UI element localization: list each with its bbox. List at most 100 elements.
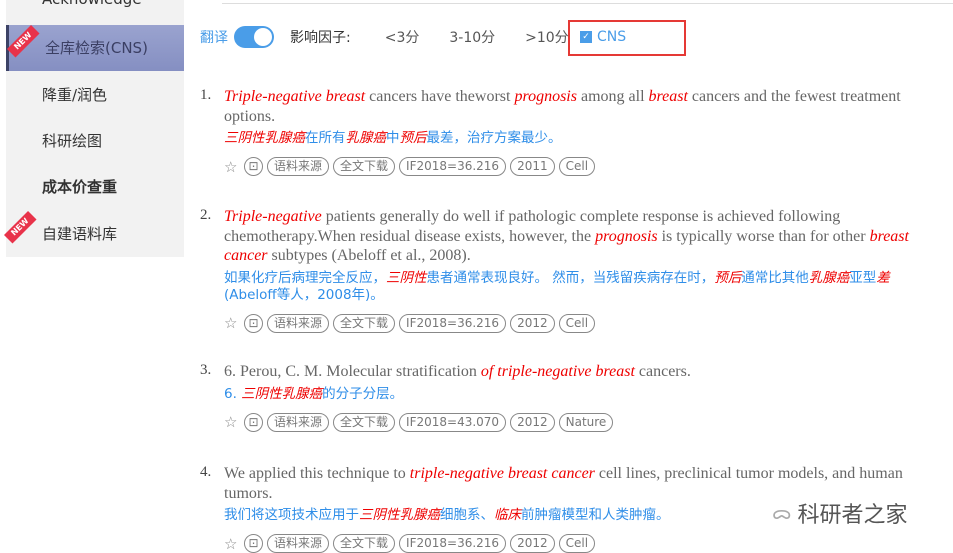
text-segment: 通常比其他 [741, 269, 809, 286]
result-actions: ☆ ⊡ 语料来源 全文下载 IF2018=43.070 2012 Nature [224, 412, 953, 432]
tag-button[interactable]: 全文下载 [333, 157, 396, 176]
text-segment: 细胞系、 [440, 507, 494, 523]
tag-badge: Cell [558, 313, 596, 333]
sidebar-item[interactable]: 自建语料库 NEW [4, 210, 184, 257]
text-segment: 亚型 [849, 269, 877, 286]
text-segment: 的分子分层。 [322, 385, 404, 402]
tag-badge: 2012 [510, 412, 555, 432]
text-segment: 6. Perou, C. M. Molecular stratification [224, 363, 481, 380]
result-actions: ☆ ⊡ 语料来源 全文下载 IF2018=36.216 2011 Cell [224, 157, 953, 176]
star-icon[interactable]: ☆ [224, 413, 240, 431]
watermark: ᯅ 科研者之家 [772, 503, 908, 528]
tag-button[interactable]: 全文下载 [333, 313, 396, 333]
tag-badge: 2012 [510, 313, 555, 333]
tag-badge: IF2018=36.216 [399, 157, 507, 176]
copy-icon[interactable]: ⊡ [244, 534, 263, 553]
tag-badge: IF2018=36.216 [399, 313, 507, 333]
new-badge: NEW [7, 24, 40, 58]
text-segment: 中 [386, 130, 400, 146]
star-icon[interactable]: ☆ [224, 314, 240, 332]
filter-bar: 翻译 影响因子: <3分 3-10分 >10分 [200, 26, 599, 48]
keyword-highlight: 预后 [714, 269, 742, 286]
sidebar-item-label: 科研绘图 [42, 132, 103, 150]
result-english: Triple-negative breast cancers have thew… [224, 87, 942, 126]
text-segment: is typically worse than for other [657, 227, 870, 245]
sidebar-item[interactable]: 降重/润色 [6, 72, 184, 118]
result-number: 1. [200, 87, 212, 103]
divider [222, 0, 953, 4]
text-segment: 患者通常表现良好。 然而，当残留疾病存在时， [426, 269, 715, 286]
text-segment: cancers. [634, 363, 691, 380]
text-segment: 6. [224, 385, 242, 402]
tag-badge: IF2018=43.070 [399, 412, 507, 432]
tag-button[interactable]: 语料来源 [267, 313, 330, 333]
tag-badge: Nature [558, 412, 614, 432]
keyword-highlight: prognosis [514, 88, 577, 105]
tag-badge: 2011 [510, 157, 555, 176]
filter-lt3[interactable]: <3分 [385, 27, 420, 47]
translate-toggle[interactable] [234, 26, 274, 48]
impact-factor-label: 影响因子: [290, 30, 351, 46]
result-number: 3. [200, 362, 212, 378]
result-english: 6. Perou, C. M. Molecular stratification… [224, 362, 942, 382]
text-segment: 我们将这项技术应用于 [224, 507, 359, 523]
keyword-highlight: 三阴性乳腺癌 [224, 130, 305, 146]
tag-button[interactable]: 语料来源 [267, 534, 330, 553]
copy-icon[interactable]: ⊡ [244, 412, 263, 432]
wechat-icon: ᯅ [772, 503, 792, 524]
copy-icon[interactable]: ⊡ [244, 313, 263, 333]
keyword-highlight: breast [648, 88, 688, 105]
text-segment: We applied this technique to [224, 465, 410, 482]
cns-checkbox[interactable]: ✓ CNS [580, 29, 626, 45]
text-segment: 如果化疗后病理完全反应， [224, 269, 386, 286]
keyword-highlight: Triple-negative [224, 208, 322, 225]
text-segment: (Abeloff等人，2008年)。 [224, 286, 384, 303]
text-segment: cancers have theworst [365, 88, 515, 105]
keyword-highlight: triple-negative breast cancer [409, 465, 595, 482]
tag-button[interactable]: 语料来源 [267, 412, 330, 432]
result-english: Triple-negative patients generally do we… [224, 207, 942, 266]
tag-badge: 2012 [510, 534, 555, 553]
keyword-highlight: 临床 [494, 507, 521, 523]
result-number: 2. [200, 207, 212, 223]
sidebar-item-label: 成本价查重 [42, 178, 118, 196]
sidebar-item-label: 降重/润色 [42, 86, 108, 104]
tag-badge: Cell [558, 534, 596, 553]
text-segment: among all [576, 88, 649, 105]
keyword-highlight: 乳腺癌 [345, 130, 387, 146]
keyword-highlight: of triple-negative breast [480, 363, 635, 380]
result-translation: 如果化疗后病理完全反应，三阴性患者通常表现良好。 然而，当残留疾病存在时，预后通… [224, 270, 939, 304]
sidebar-item[interactable]: 科研绘图 [6, 118, 184, 164]
tag-button[interactable]: 全文下载 [333, 412, 396, 432]
result-translation: 6. 三阴性乳腺癌的分子分层。 [224, 386, 939, 403]
sidebar-item[interactable]: Acknowledge [6, 0, 184, 22]
new-badge: NEW [4, 210, 37, 244]
star-icon[interactable]: ☆ [224, 535, 240, 553]
result-item: 3. 6. Perou, C. M. Molecular stratificati… [200, 362, 953, 432]
filter-3-10[interactable]: 3-10分 [449, 27, 495, 47]
sidebar: Acknowledge 全库检索(CNS) NEW 降重/润色科研绘图成本价查重自建语… [4, 0, 184, 257]
filter-gt10[interactable]: >10分 [525, 27, 569, 47]
result-actions: ☆ ⊡ 语料来源 全文下载 IF2018=36.216 2012 Cell [224, 313, 953, 333]
translate-label: 翻译 [200, 30, 228, 46]
keyword-highlight: 差 [876, 269, 890, 286]
keyword-highlight: 三阴性乳腺癌 [241, 385, 323, 402]
text-segment: 前肿瘤模型和人类肿瘤。 [521, 507, 670, 523]
result-item: 2. Triple-negative patients generally do … [200, 207, 953, 333]
sidebar-item-label: 自建语料库 [42, 225, 118, 243]
text-segment: subtypes (Abeloff et al., 2008). [267, 247, 471, 264]
sidebar-item-label: Acknowledge [42, 0, 142, 8]
sidebar-item[interactable]: 全库检索(CNS) NEW [6, 24, 184, 71]
result-item: 1. Triple-negative breast cancers have th… [200, 87, 953, 176]
checkbox-checked-icon: ✓ [580, 31, 592, 43]
tag-badge: Cell [558, 157, 596, 176]
copy-icon[interactable]: ⊡ [244, 157, 263, 176]
cns-label: CNS [597, 29, 627, 45]
sidebar-item-label: 全库检索(CNS) [45, 39, 148, 57]
star-icon[interactable]: ☆ [224, 158, 240, 176]
tag-button[interactable]: 全文下载 [333, 534, 396, 553]
sidebar-item[interactable]: 成本价查重 [6, 164, 184, 210]
tag-badge: IF2018=36.216 [399, 534, 507, 553]
tag-button[interactable]: 语料来源 [267, 157, 330, 176]
keyword-highlight: Triple-negative breast [224, 88, 366, 105]
